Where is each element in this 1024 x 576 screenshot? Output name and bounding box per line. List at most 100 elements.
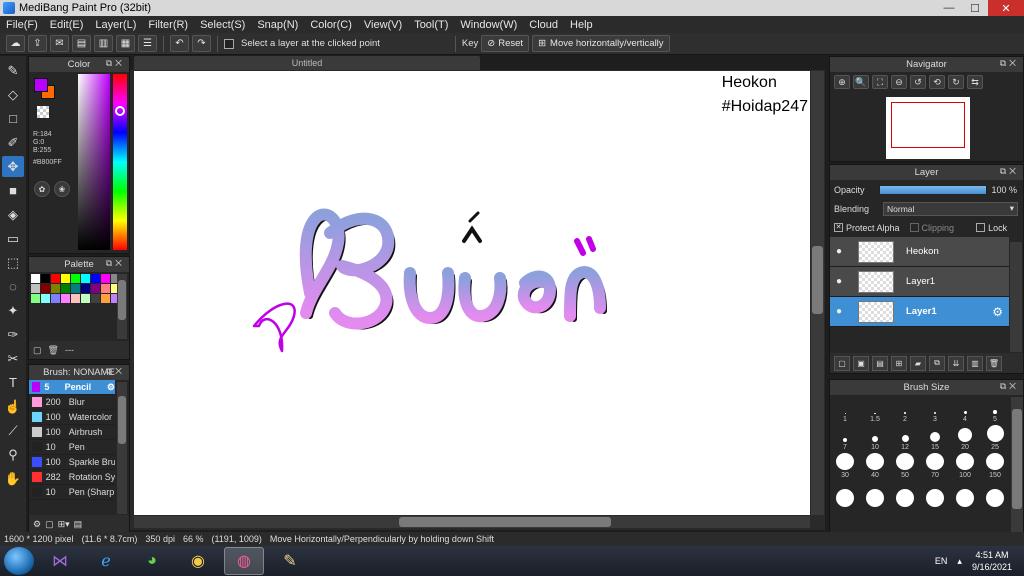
bucket-tool-icon[interactable]: ◈ (2, 204, 24, 225)
brush-size-option[interactable]: 5 (980, 397, 1010, 423)
fill-rect-tool-icon[interactable]: ■ (2, 180, 24, 201)
lasso-tool-icon[interactable]: ◌ (2, 276, 24, 297)
visual-studio-icon[interactable]: ⋈ (40, 547, 80, 575)
transparent-color-swatch[interactable] (37, 106, 49, 118)
panel-controls-icon[interactable]: ⧉✕ (106, 366, 125, 377)
palette-swatch[interactable] (71, 284, 80, 293)
visibility-icon[interactable]: ● (836, 246, 848, 257)
brush-item[interactable]: 100 Sparkle Bru (29, 455, 115, 470)
palette-swatch[interactable] (101, 284, 110, 293)
brush-size-option[interactable] (920, 481, 950, 507)
menu-tool[interactable]: Tool(T) (408, 19, 454, 31)
opacity-slider[interactable] (878, 184, 987, 195)
brush-item[interactable]: 10 Pen (29, 440, 115, 455)
lock-checkbox[interactable] (976, 223, 986, 232)
palette-swatch[interactable] (31, 284, 40, 293)
gradient-tool-icon[interactable]: ▭ (2, 228, 24, 249)
add-brush-icon[interactable]: ⊞▾ (58, 519, 70, 530)
brush-list-icon[interactable]: ▤ (74, 519, 83, 530)
new-halftone-layer-icon[interactable]: ▣ (853, 355, 869, 371)
palette-swatch[interactable] (41, 274, 50, 283)
brush-size-scrollbar[interactable] (1011, 397, 1023, 533)
document-tab[interactable]: Untitled (134, 56, 480, 70)
brush-item[interactable]: 282 Rotation Sy (29, 470, 115, 485)
move-tool-icon[interactable]: ✥ (2, 156, 24, 177)
zoom-in-icon[interactable]: 🔍 (853, 75, 869, 89)
menu-select[interactable]: Select(S) (194, 19, 251, 31)
palette-swatch[interactable] (71, 274, 80, 283)
brush-size-option[interactable]: 50 (890, 453, 920, 479)
palette-scrollbar[interactable] (117, 274, 127, 339)
palette-swatch[interactable] (61, 284, 70, 293)
duplicate-layer-icon[interactable]: ⧉ (929, 355, 945, 371)
palette-swatch[interactable] (81, 294, 90, 303)
visibility-icon[interactable]: ● (836, 276, 848, 287)
menu-file[interactable]: File(F) (0, 19, 44, 31)
flip-icon[interactable]: ⇆ (967, 75, 983, 89)
brush-scroll-thumb[interactable] (118, 396, 126, 444)
visibility-icon[interactable]: ● (836, 306, 848, 317)
delete-layer-icon[interactable]: 🗑 (986, 355, 1002, 371)
brush-size-option[interactable]: 20 (950, 425, 980, 451)
new-layer-8bit-icon[interactable]: ▤ (872, 355, 888, 371)
close-button[interactable]: ✕ (988, 0, 1024, 16)
menu-edit[interactable]: Edit(E) (44, 19, 90, 31)
magic-wand-tool-icon[interactable]: ✦ (2, 300, 24, 321)
brush-item[interactable]: 10 Pen (Sharp (29, 485, 115, 500)
text-tool-icon[interactable]: T (2, 372, 24, 393)
clock[interactable]: 4:51 AM 9/16/2021 (972, 549, 1012, 573)
brush-size-option[interactable] (980, 481, 1010, 507)
rotate-right-icon[interactable]: ↻ (948, 75, 964, 89)
brush-item[interactable]: 100 Airbrush (29, 425, 115, 440)
brush-size-option[interactable]: 150 (980, 453, 1010, 479)
brush-item[interactable]: 200 Blur (29, 395, 115, 410)
palette-swatch[interactable] (61, 274, 70, 283)
brush-size-option[interactable]: 1.5 (860, 397, 890, 423)
menu-filter[interactable]: Filter(R) (142, 19, 194, 31)
maximize-button[interactable]: ☐ (962, 0, 988, 16)
canvas[interactable]: Heokon #Hoidap247 (134, 71, 810, 515)
fit-window-icon[interactable]: ⛶ (872, 75, 888, 89)
gear-icon[interactable]: ⚙ (992, 305, 1003, 319)
select-pen-tool-icon[interactable]: ✑ (2, 324, 24, 345)
delete-palette-icon[interactable]: 🗑 (48, 345, 59, 356)
menu-layer[interactable]: Layer(L) (89, 19, 142, 31)
brush-size-option[interactable]: 70 (920, 453, 950, 479)
hand-tool-icon[interactable]: ✋ (2, 468, 24, 489)
canvas-vertical-thumb[interactable] (812, 246, 823, 314)
reset-button[interactable]: ⊘ Reset (481, 35, 530, 52)
layer-item[interactable]: ● Heokon (830, 237, 1009, 267)
menu-view[interactable]: View(V) (358, 19, 408, 31)
move-axis-button[interactable]: ⊞ Move horizontally/vertically (532, 35, 670, 52)
menu-color[interactable]: Color(C) (304, 19, 358, 31)
palette-swatch[interactable] (91, 294, 100, 303)
blending-select[interactable]: Normal ▾ (883, 201, 1019, 216)
palette-swatch[interactable] (51, 284, 60, 293)
palette-swatch[interactable] (81, 274, 90, 283)
select-eraser-tool-icon[interactable]: ✂ (2, 348, 24, 369)
hue-cursor[interactable] (115, 106, 125, 116)
brush-size-option[interactable]: 15 (920, 425, 950, 451)
chrome-icon[interactable]: ◉ (178, 547, 218, 575)
palette-swatch[interactable] (31, 274, 40, 283)
hue-slider[interactable] (113, 74, 127, 250)
folder-icon[interactable]: ▰ (910, 355, 926, 371)
layer-scrollbar[interactable] (1010, 242, 1022, 352)
panel-controls-icon[interactable]: ⧉✕ (1000, 381, 1019, 392)
brush-size-option[interactable]: 40 (860, 453, 890, 479)
brush-size-option[interactable] (890, 481, 920, 507)
layer-item[interactable]: ● Layer1 ⚙ (830, 297, 1009, 327)
coccoc-browser-icon[interactable]: ◕ (132, 547, 172, 575)
start-button[interactable] (4, 547, 34, 575)
merge-down-icon[interactable]: ⇊ (948, 355, 964, 371)
show-hidden-icons-icon[interactable]: ▴ (957, 556, 962, 567)
brush-size-option[interactable]: 1 (830, 397, 860, 423)
comment-icon[interactable]: ✉ (50, 35, 69, 52)
brush-size-option[interactable] (860, 481, 890, 507)
add-layer-menu-icon[interactable]: ⊞ (891, 355, 907, 371)
cloud-icon[interactable]: ☁ (6, 35, 25, 52)
navigator-viewport-frame[interactable] (891, 102, 965, 148)
canvas-vertical-scrollbar[interactable] (811, 71, 824, 515)
redo-icon[interactable]: ↷ (192, 35, 211, 52)
canvas-horizontal-thumb[interactable] (399, 517, 611, 527)
